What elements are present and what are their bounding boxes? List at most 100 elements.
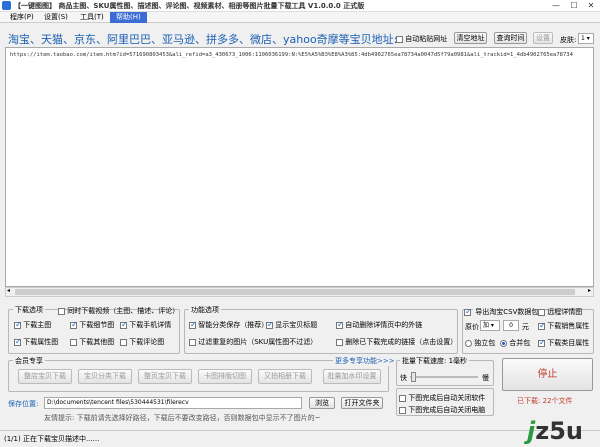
download-class-attr-option[interactable]: 下载类目属性	[538, 338, 589, 348]
skin-select[interactable]: 1 ▾	[578, 33, 594, 44]
download-review-option[interactable]: 下载评论图	[120, 337, 164, 347]
url-textarea[interactable]: https://item.taobao.com/item.htm?id=5716…	[5, 47, 594, 287]
download-other-checkbox[interactable]	[70, 338, 77, 346]
member-btn-category[interactable]: 宝贝分类下载	[78, 369, 132, 384]
clear-address-button[interactable]: 清空地址	[454, 32, 487, 44]
logo-j: j	[527, 417, 536, 445]
auto-paste-option[interactable]: 自动粘贴网址	[396, 34, 447, 44]
price-op-select[interactable]: 加 ▾	[480, 320, 500, 331]
member-btn-album[interactable]: 又拍相册下载	[258, 369, 312, 384]
show-title-checkbox[interactable]	[266, 320, 274, 329]
save-location-label: 保存位置:	[8, 400, 39, 408]
menu-help[interactable]: 帮助(H)	[110, 12, 147, 23]
speed-fast-label: 快	[400, 374, 407, 382]
member-btn-page[interactable]: 整页宝贝下载	[138, 369, 192, 384]
settings-button[interactable]: 设置	[533, 32, 553, 44]
status-text: (1/1) 正在下载宝贝描述中......	[4, 435, 100, 443]
auto-paste-label: 自动粘贴网址	[405, 35, 448, 43]
sync-video-label: 同时下载视频（主图、描述、评论）	[67, 307, 180, 315]
logo-rest: z5u	[535, 417, 583, 445]
minimize-button[interactable]: —	[547, 0, 565, 12]
auto-paste-checkbox[interactable]	[396, 35, 403, 43]
download-sale-attr-label: 下载销售属性	[547, 322, 590, 330]
filter-duplicates-label: 过滤重复的图片（SKU属性图不过滤）	[198, 338, 318, 346]
auto-delete-links-checkbox[interactable]	[336, 320, 344, 329]
speed-slider-thumb[interactable]	[411, 372, 417, 382]
auto-delete-links-label: 自动删除详情页中的外链	[345, 321, 423, 329]
merge-pack-radio[interactable]	[500, 339, 507, 347]
download-detail-label: 下载细节图	[79, 321, 115, 329]
download-class-attr-checkbox[interactable]	[538, 338, 546, 347]
download-mobile-label: 下载手机详情	[129, 321, 172, 329]
member-btn-layout[interactable]: 卡图排版切图	[198, 369, 252, 384]
download-review-label: 下载评论图	[129, 338, 165, 346]
sync-video-option[interactable]: 同时下载视频（主图、描述、评论）	[58, 306, 179, 316]
remote-detail-option[interactable]: 远程详情图	[538, 307, 582, 317]
delete-done-links-option[interactable]: 删除已下载完成的链接（点击设置）	[336, 337, 457, 347]
scroll-left-icon[interactable]: ◂	[7, 287, 10, 294]
download-main-label: 下载主图	[23, 321, 52, 329]
speed-slider-track[interactable]	[410, 376, 478, 378]
show-title-option[interactable]: 显示宝贝标题	[266, 320, 317, 330]
smart-save-checkbox[interactable]	[189, 320, 197, 329]
merge-pack-option[interactable]: 合并包	[500, 338, 530, 348]
member-btn-watermark[interactable]: 批量加水印设置	[323, 369, 381, 384]
export-csv-checkbox[interactable]	[464, 307, 472, 316]
auto-shutdown-checkbox[interactable]	[399, 406, 406, 414]
download-sale-attr-checkbox[interactable]	[538, 321, 546, 330]
menu-tools[interactable]: 工具(T)	[74, 12, 110, 23]
menu-program[interactable]: 程序(P)	[4, 12, 40, 23]
download-attr-option[interactable]: 下载属性图	[14, 337, 58, 347]
delete-done-links-checkbox[interactable]	[336, 338, 343, 346]
auto-shutdown-option[interactable]: 下图完成后自动关闭电脑	[399, 405, 485, 415]
browse-button[interactable]: 浏览	[309, 397, 335, 409]
price-label: 原价	[465, 323, 479, 331]
more-features-link[interactable]: 更多专享功能>>>	[333, 356, 397, 366]
app-icon	[2, 1, 11, 10]
smart-save-label: 智能分类保存（推荐）	[198, 321, 269, 329]
export-csv-option[interactable]: 导出淘宝CSV数据包	[464, 307, 541, 317]
filter-duplicates-option[interactable]: 过滤重复的图片（SKU属性图不过滤）	[189, 337, 317, 347]
downloaded-count: 已下载: 22个文件	[517, 397, 573, 405]
single-pack-radio[interactable]	[465, 339, 472, 347]
close-button[interactable]: ✕	[582, 0, 600, 12]
open-folder-button[interactable]: 打开文件夹	[341, 397, 383, 409]
window-title: 【一键图图】 商品主图、SKU属性图、描述图、评论图、视频素材、相册等图片批量下…	[14, 2, 365, 10]
menu-settings[interactable]: 设置(S)	[38, 12, 74, 23]
auto-close-app-checkbox[interactable]	[399, 394, 406, 402]
stop-button[interactable]: 停止	[502, 358, 593, 391]
export-csv-label: 导出淘宝CSV数据包	[473, 308, 541, 316]
show-title-label: 显示宝贝标题	[275, 321, 318, 329]
auto-delete-links-option[interactable]: 自动删除详情页中的外链	[336, 320, 422, 330]
download-review-checkbox[interactable]	[120, 338, 127, 346]
download-mobile-checkbox[interactable]	[120, 320, 128, 329]
price-op-value: 加	[483, 322, 490, 329]
remote-detail-checkbox[interactable]	[538, 308, 545, 316]
save-path-input[interactable]: D:\documents\tencent files\530444531\fil…	[44, 397, 302, 409]
price-unit: 元	[522, 323, 529, 331]
sync-video-checkbox[interactable]	[58, 307, 65, 315]
single-pack-option[interactable]: 独立包	[465, 338, 495, 348]
speed-legend: 批量下载速度: 1毫秒	[400, 356, 470, 366]
download-detail-option[interactable]: 下载细节图	[70, 320, 114, 330]
download-main-option[interactable]: 下载主图	[14, 320, 51, 330]
tip-text: 友情提示: 下载前请先选择好路径，下载后不要改变路径，否则数据包中显示不了图片的…	[44, 414, 321, 422]
download-detail-checkbox[interactable]	[70, 320, 78, 329]
maximize-button[interactable]: ☐	[565, 0, 583, 12]
auto-shutdown-label: 下图完成后自动关闭电脑	[408, 406, 486, 414]
scroll-right-icon[interactable]: ▸	[588, 287, 591, 294]
price-value-input[interactable]: 0	[503, 320, 519, 331]
download-other-label: 下载其他图	[79, 338, 115, 346]
download-other-option[interactable]: 下载其他图	[70, 337, 114, 347]
auto-close-app-option[interactable]: 下图完成后自动关闭软件	[399, 393, 485, 403]
download-attr-checkbox[interactable]	[14, 337, 22, 346]
download-mobile-option[interactable]: 下载手机详情	[120, 320, 171, 330]
download-main-checkbox[interactable]	[14, 320, 22, 329]
download-class-attr-label: 下载类目属性	[547, 339, 590, 347]
query-time-button[interactable]: 查询时间	[494, 32, 527, 44]
member-btn-shop[interactable]: 整店宝贝下载	[18, 369, 72, 384]
smart-save-option[interactable]: 智能分类保存（推荐）	[189, 320, 268, 330]
scrollbar-thumb[interactable]	[15, 289, 575, 295]
download-sale-attr-option[interactable]: 下载销售属性	[538, 321, 589, 331]
filter-duplicates-checkbox[interactable]	[189, 338, 196, 346]
